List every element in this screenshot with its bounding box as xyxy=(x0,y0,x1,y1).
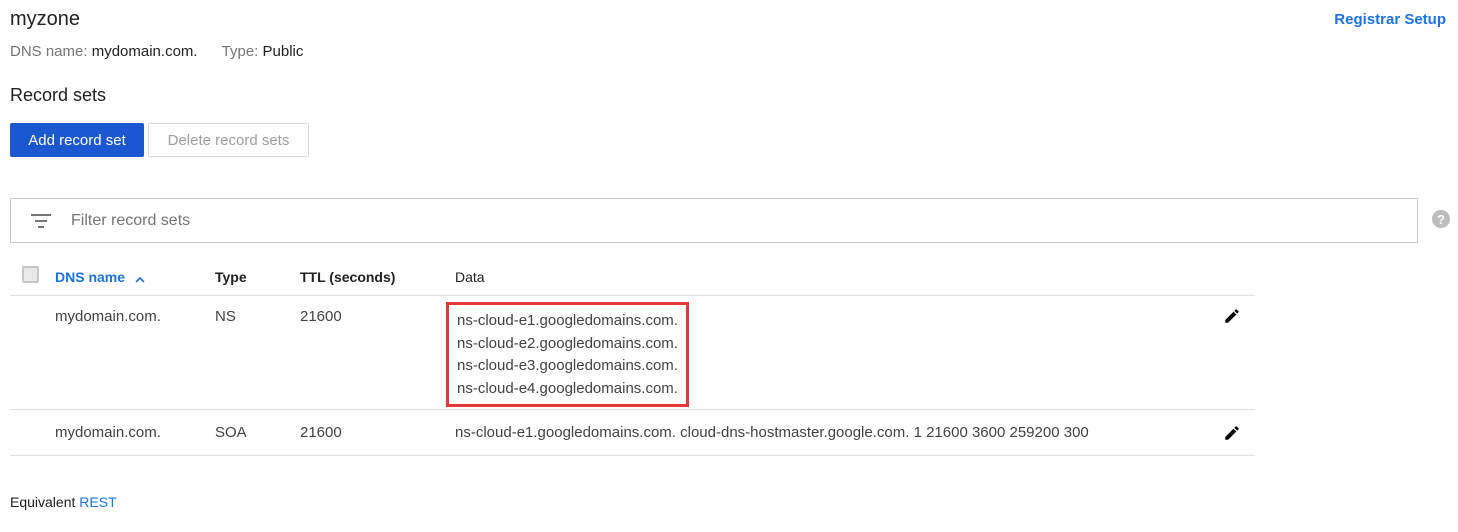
row-dns-name: mydomain.com. xyxy=(55,308,161,325)
dns-name-label: DNS name: xyxy=(10,43,88,60)
row-data: ns-cloud-e1.googledomains.com. cloud-dns… xyxy=(455,424,1089,441)
dns-name-value: mydomain.com. xyxy=(91,43,198,60)
record-sets-title: Record sets xyxy=(10,85,107,105)
zone-title: myzone xyxy=(10,8,81,30)
delete-record-sets-button[interactable]: Delete record sets xyxy=(148,123,309,157)
filter-icon xyxy=(11,213,71,228)
row-type: SOA xyxy=(215,424,247,441)
help-icon[interactable]: ? xyxy=(1432,210,1450,228)
column-data: Data xyxy=(455,269,485,285)
add-record-set-button[interactable]: Add record set xyxy=(10,123,144,157)
ns-record: ns-cloud-e1.googledomains.com. xyxy=(457,312,678,329)
ns-record: ns-cloud-e4.googledomains.com. xyxy=(457,379,678,397)
record-sets-table: DNS name Type TTL (seconds) Data mydomai… xyxy=(10,258,1255,456)
chevron-up-icon xyxy=(135,270,145,286)
column-ttl[interactable]: TTL (seconds) xyxy=(300,269,395,285)
filter-input[interactable] xyxy=(71,211,1371,230)
equivalent-rest: Equivalent REST xyxy=(10,494,117,510)
row-ttl: 21600 xyxy=(300,308,342,325)
ns-record: ns-cloud-e3.googledomains.com. xyxy=(457,357,678,374)
select-all-checkbox[interactable] xyxy=(22,266,39,283)
table-header: DNS name Type TTL (seconds) Data xyxy=(10,258,1255,296)
registrar-setup-link[interactable]: Registrar Setup xyxy=(1334,11,1446,28)
type-label: Type: xyxy=(221,43,259,60)
row-ttl: 21600 xyxy=(300,424,342,441)
column-dns-name[interactable]: DNS name xyxy=(55,269,145,286)
column-dns-name-label: DNS name xyxy=(55,269,126,285)
row-dns-name: mydomain.com. xyxy=(55,424,161,441)
equivalent-label: Equivalent xyxy=(10,494,76,510)
row-type: NS xyxy=(215,308,236,325)
highlighted-ns-records: ns-cloud-e1.googledomains.com. ns-cloud-… xyxy=(446,302,689,407)
type-value: Public xyxy=(262,43,304,60)
rest-link[interactable]: REST xyxy=(79,494,116,510)
filter-bar[interactable] xyxy=(10,198,1418,243)
edit-icon[interactable] xyxy=(1222,306,1242,326)
ns-record: ns-cloud-e2.googledomains.com. xyxy=(457,334,678,352)
edit-icon[interactable] xyxy=(1222,423,1242,443)
table-row[interactable]: mydomain.com. SOA 21600 ns-cloud-e1.goog… xyxy=(10,410,1255,456)
column-type[interactable]: Type xyxy=(215,269,247,285)
zone-meta: DNS name: mydomain.com. Type: Public xyxy=(10,43,303,60)
table-row[interactable]: mydomain.com. NS 21600 ns-cloud-e1.googl… xyxy=(10,296,1255,410)
